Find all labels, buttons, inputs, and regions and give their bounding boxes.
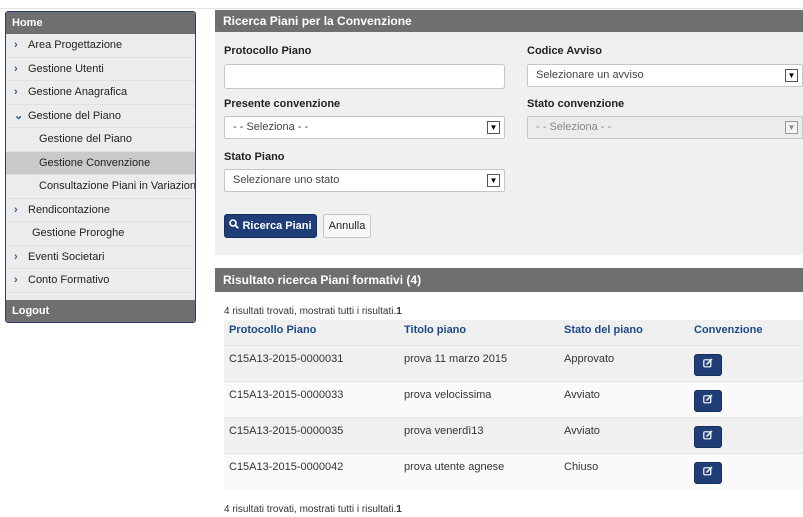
edit-icon <box>703 430 713 440</box>
chevron-right-icon: › <box>14 203 18 216</box>
cell-titolo: prova 11 marzo 2015 <box>404 353 508 365</box>
results-info-bottom: 4 risultati trovati, mostrati tutti i ri… <box>224 504 402 515</box>
sidebar-item-label: Gestione del Piano <box>28 109 121 122</box>
sidebar-subitem-gestione-convenzione[interactable]: Gestione Convenzione <box>6 151 195 175</box>
edit-convenzione-button[interactable] <box>694 354 722 376</box>
column-header-titolo[interactable]: Titolo piano <box>399 320 559 345</box>
results-table: Protocollo Piano Titolo piano Stato del … <box>224 320 803 489</box>
sidebar-item-conto-formativo[interactable]: › Conto Formativo <box>6 269 195 293</box>
sidebar-item-gestione-utenti[interactable]: › Gestione Utenti <box>6 58 195 81</box>
sidebar-home[interactable]: Home <box>6 12 195 34</box>
sidebar-item-label: Rendicontazione <box>28 203 110 216</box>
edit-convenzione-button[interactable] <box>694 390 722 412</box>
sidebar-subitem-consultazione-piani[interactable]: Consultazione Piani in Variazione <box>6 175 195 199</box>
chevron-down-icon: ▼ <box>487 174 500 187</box>
results-panel: Risultato ricerca Piani formativi (4) 4 … <box>215 268 803 517</box>
top-bar <box>0 0 803 9</box>
chevron-right-icon: › <box>14 86 18 98</box>
chevron-right-icon: › <box>14 62 18 75</box>
stato-piano-label: Stato Piano <box>224 151 285 163</box>
cell-titolo: prova velocissima <box>404 389 492 401</box>
sidebar-item-gestione-proroghe[interactable]: Gestione Proroghe <box>6 222 195 246</box>
cell-titolo: prova utente agnese <box>404 461 505 473</box>
ricerca-piani-label: Ricerca Piani <box>242 220 312 232</box>
sidebar-item-gestione-del-piano[interactable]: ⌄ Gestione del Piano <box>6 105 195 128</box>
cell-convenzione <box>689 382 803 417</box>
sidebar-item-label: Conto Formativo <box>28 274 110 286</box>
codice-avviso-value: Selezionare un avviso <box>536 69 644 81</box>
results-info-page[interactable]: 1 <box>396 504 402 515</box>
cell-protocollo: C15A13-2015-0000031 <box>229 353 344 365</box>
sidebar-item-label: Gestione del Piano <box>39 133 132 145</box>
stato-piano-select[interactable]: Selezionare uno stato ▼ <box>224 169 505 192</box>
results-info-text: 4 risultati trovati, mostrati tutti i ri… <box>224 504 397 515</box>
results-info-text: 4 risultati trovati, mostrati tutti i ri… <box>224 306 397 317</box>
presente-convenzione-label: Presente convenzione <box>224 98 341 110</box>
stato-convenzione-value: - - Seleziona - - <box>536 121 612 133</box>
sidebar-item-label: Gestione Anagrafica <box>28 86 128 98</box>
protocollo-label: Protocollo Piano <box>224 45 312 57</box>
logout-link[interactable]: Logout <box>6 300 195 322</box>
cell-stato: Avviato <box>564 425 600 437</box>
ricerca-piani-button[interactable]: Ricerca Piani <box>224 214 317 238</box>
cell-protocollo: C15A13-2015-0000033 <box>229 389 344 401</box>
edit-convenzione-button[interactable] <box>694 462 722 484</box>
sidebar-item-eventi-societari[interactable]: › Eventi Societari <box>6 246 195 269</box>
annulla-button[interactable]: Annulla <box>323 214 371 238</box>
sidebar-item-label: Consultazione Piani in Variazione <box>39 180 196 192</box>
edit-icon <box>703 358 713 368</box>
chevron-right-icon: › <box>14 274 18 286</box>
sidebar-item-label: Area Progettazione <box>28 39 123 51</box>
protocollo-input[interactable] <box>224 64 505 89</box>
chevron-down-icon: ▼ <box>785 69 798 82</box>
presente-convenzione-select[interactable]: - - Seleziona - - ▼ <box>224 116 505 139</box>
sidebar-menu: Home › Area Progettazione › Gestione Utent… <box>5 11 196 323</box>
search-panel-title: Ricerca Piani per la Convenzione <box>215 10 803 32</box>
cell-stato: Approvato <box>564 353 615 365</box>
codice-avviso-select[interactable]: Selezionare un avviso ▼ <box>527 64 803 87</box>
cell-convenzione <box>689 454 803 489</box>
cell-convenzione <box>689 346 803 381</box>
chevron-down-icon: ▼ <box>785 121 798 134</box>
sidebar-item-label: Gestione Utenti <box>28 62 104 75</box>
stato-piano-value: Selezionare uno stato <box>233 174 340 186</box>
cell-protocollo: C15A13-2015-0000035 <box>229 425 344 437</box>
column-header-stato[interactable]: Stato del piano <box>559 320 689 345</box>
results-title: Risultato ricerca Piani formativi (4) <box>215 268 803 292</box>
codice-avviso-label: Codice Avviso <box>527 45 602 57</box>
column-header-protocollo[interactable]: Protocollo Piano <box>224 320 399 345</box>
cell-stato: Chiuso <box>564 461 599 473</box>
cell-stato: Avviato <box>564 389 600 401</box>
chevron-right-icon: › <box>14 250 18 263</box>
sidebar-subitem-gestione-del-piano[interactable]: Gestione del Piano <box>6 128 195 152</box>
column-header-convenzione[interactable]: Convenzione <box>689 320 803 345</box>
edit-convenzione-button[interactable] <box>694 426 722 448</box>
search-panel: Ricerca Piani per la Convenzione Protoco… <box>215 10 803 255</box>
chevron-down-icon: ▼ <box>487 121 500 134</box>
stato-convenzione-select: - - Seleziona - - ▼ <box>527 116 803 139</box>
edit-icon <box>703 466 713 476</box>
search-icon <box>229 215 240 237</box>
edit-icon <box>703 394 713 404</box>
cell-titolo: prova venerdì13 <box>404 425 484 437</box>
chevron-down-icon: ⌄ <box>14 109 24 122</box>
results-info-page[interactable]: 1 <box>396 306 402 317</box>
table-row: C15A13-2015-0000031 prova 11 marzo 2015 … <box>224 345 803 381</box>
results-info-top: 4 risultati trovati, mostrati tutti i ri… <box>224 306 402 317</box>
cell-convenzione <box>689 418 803 453</box>
sidebar-item-label: Eventi Societari <box>28 250 105 263</box>
table-row: C15A13-2015-0000042 prova utente agnese … <box>224 453 803 489</box>
sidebar-item-area-progettazione[interactable]: › Area Progettazione <box>6 34 195 58</box>
presente-convenzione-value: - - Seleziona - - <box>233 121 309 133</box>
sidebar-item-rendicontazione[interactable]: › Rendicontazione <box>6 199 195 222</box>
table-row: C15A13-2015-0000033 prova velocissima Av… <box>224 381 803 417</box>
sidebar-item-label: Gestione Convenzione <box>39 156 151 169</box>
stato-convenzione-label: Stato convenzione <box>527 98 625 110</box>
table-row: C15A13-2015-0000035 prova venerdì13 Avvi… <box>224 417 803 453</box>
table-header: Protocollo Piano Titolo piano Stato del … <box>224 320 803 345</box>
chevron-right-icon: › <box>14 39 18 51</box>
sidebar-item-gestione-anagrafica[interactable]: › Gestione Anagrafica <box>6 81 195 105</box>
cell-protocollo: C15A13-2015-0000042 <box>229 461 344 473</box>
sidebar-item-label: Gestione Proroghe <box>32 227 125 239</box>
